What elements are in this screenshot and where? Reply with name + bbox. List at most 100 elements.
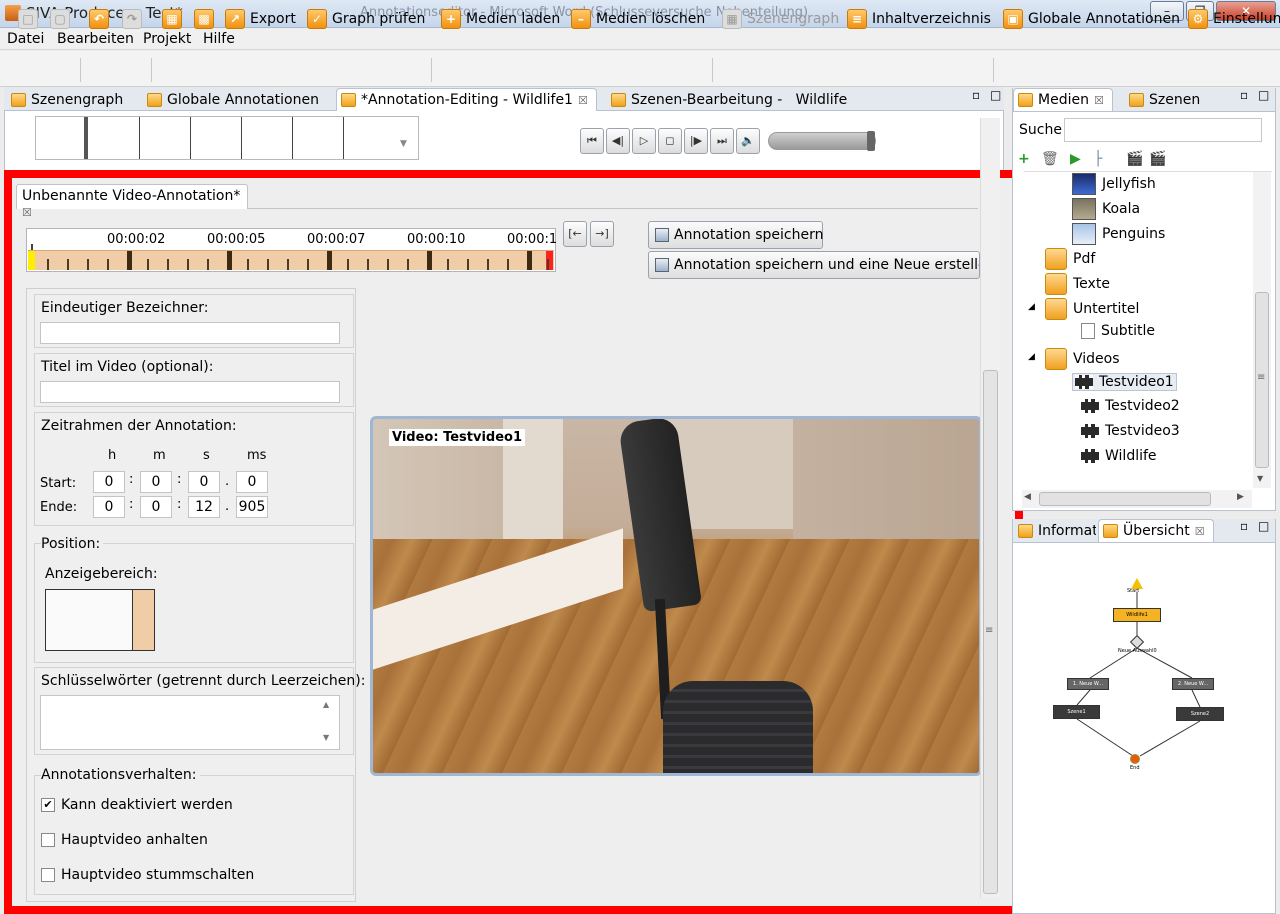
globale-annotationen-button[interactable]: ▣ Globale Annotationen bbox=[1003, 7, 1180, 31]
scroll-right-icon[interactable]: ▶ bbox=[1237, 492, 1244, 502]
volume-slider-handle[interactable] bbox=[867, 131, 875, 151]
menu-projekt[interactable]: Projekt bbox=[143, 31, 191, 47]
close-tab-icon[interactable]: ☒ bbox=[578, 94, 588, 107]
volume-icon[interactable]: 🔈 bbox=[736, 128, 760, 154]
close-tab-icon[interactable]: ☒ bbox=[1195, 525, 1205, 538]
tab-globale-annotationen[interactable]: Globale Annotationen bbox=[142, 88, 328, 111]
scroll-up-icon[interactable]: ▲ bbox=[323, 700, 329, 709]
menu-bearbeiten[interactable]: Bearbeiten bbox=[57, 31, 134, 47]
annotation-speichern-button[interactable]: Annotation speichern bbox=[648, 221, 823, 249]
scroll-left-icon[interactable]: ◀ bbox=[1024, 492, 1031, 502]
tree-folder-videos[interactable]: Videos bbox=[1045, 348, 1120, 370]
next-frame-button[interactable]: |▶ bbox=[684, 128, 708, 154]
play-icon[interactable]: ▶ bbox=[1070, 151, 1081, 167]
tree-item-testvideo1[interactable]: Testvideo1 bbox=[1072, 373, 1177, 391]
checkbox-hauptvideo-stumm[interactable] bbox=[41, 868, 55, 882]
tab-uebersicht[interactable]: Übersicht ☒ bbox=[1098, 519, 1214, 542]
set-end-button[interactable]: →] bbox=[590, 221, 614, 247]
filmstrip[interactable]: ▼ bbox=[35, 116, 419, 160]
export-button[interactable]: ↗ Export bbox=[225, 7, 296, 31]
video-preview[interactable]: Video: Testvideo1 bbox=[370, 416, 982, 776]
last-frame-button[interactable]: ⏭ bbox=[710, 128, 734, 154]
timeline-track[interactable] bbox=[28, 250, 554, 270]
scroll-down-icon[interactable]: ▼ bbox=[400, 139, 407, 149]
redo-button[interactable]: ↷ bbox=[122, 7, 142, 31]
prev-frame-button[interactable]: ◀| bbox=[606, 128, 630, 154]
keywords-textarea[interactable] bbox=[40, 695, 340, 750]
tree-item-penguins[interactable]: Penguins bbox=[1072, 223, 1165, 245]
maximize-view-icon[interactable]: □ bbox=[1258, 519, 1269, 533]
first-frame-button[interactable]: ⏮ bbox=[580, 128, 604, 154]
play-button[interactable]: ▷ bbox=[632, 128, 656, 154]
tree-vscrollbar[interactable]: ≡ ▼ bbox=[1253, 172, 1271, 488]
search-input[interactable] bbox=[1064, 118, 1262, 142]
scroll-down-icon[interactable]: ▼ bbox=[1257, 474, 1263, 483]
tree-hscrollbar[interactable]: ◀ ▶ bbox=[1022, 490, 1252, 508]
end-s-input[interactable]: 12 bbox=[188, 496, 220, 518]
title-input[interactable] bbox=[40, 381, 340, 403]
expand-arrow-icon[interactable]: ◢ bbox=[1028, 302, 1035, 312]
tree-folder-texte[interactable]: Texte bbox=[1045, 273, 1110, 295]
scene-add-icon[interactable]: 🎬 bbox=[1149, 151, 1166, 167]
tree-folder-pdf[interactable]: Pdf bbox=[1045, 248, 1095, 270]
tree-item-subtitle[interactable]: Subtitle bbox=[1081, 323, 1155, 339]
start-s-input[interactable]: 0 bbox=[188, 471, 220, 493]
editor-scrollbar[interactable]: ≡ bbox=[980, 118, 1000, 898]
close-tab-icon[interactable]: ☒ bbox=[1094, 94, 1104, 107]
end-m-input[interactable]: 0 bbox=[140, 496, 172, 518]
tree-folder-untertitel[interactable]: Untertitel bbox=[1045, 298, 1139, 320]
tree-item-jellyfish[interactable]: Jellyfish bbox=[1072, 173, 1156, 195]
stop-button[interactable]: ◻ bbox=[658, 128, 682, 154]
tab-szenen[interactable]: Szenen bbox=[1124, 88, 1209, 111]
volume-slider[interactable] bbox=[768, 131, 876, 151]
graph-scene1-node[interactable]: Szene1 bbox=[1053, 705, 1100, 719]
inhaltverzeichnis-button[interactable]: ≡ Inhaltverzeichnis bbox=[847, 7, 991, 31]
new-button[interactable]: □ bbox=[18, 7, 38, 31]
tab-medien[interactable]: Medien ☒ bbox=[1013, 88, 1113, 111]
tab-annotation-editing[interactable]: *Annotation-Editing - Wildlife1 ☒ bbox=[336, 88, 597, 111]
checkbox-deaktivierbar[interactable]: ✔ bbox=[41, 798, 55, 812]
minimize-view-icon[interactable]: ▫ bbox=[1240, 88, 1248, 102]
tree-item-testvideo2[interactable]: Testvideo2 bbox=[1081, 398, 1180, 414]
start-ms-input[interactable]: 0 bbox=[236, 471, 268, 493]
graph-branch-node[interactable]: 1. Neue W... bbox=[1067, 678, 1109, 690]
scrollbar-thumb[interactable] bbox=[1039, 492, 1211, 506]
save-button[interactable]: ▦ bbox=[162, 7, 182, 31]
tab-szenengraph[interactable]: Szenengraph bbox=[6, 88, 132, 111]
annotation-speichern-neue-button[interactable]: Annotation speichern und eine Neue erste… bbox=[648, 251, 980, 279]
id-input[interactable] bbox=[40, 322, 340, 344]
maximize-view-icon[interactable]: □ bbox=[990, 88, 1001, 102]
minimize-view-icon[interactable]: ▫ bbox=[1240, 519, 1248, 533]
tree-icon[interactable]: ├ bbox=[1094, 151, 1102, 167]
maximize-view-icon[interactable]: □ bbox=[1258, 88, 1269, 102]
scroll-down-icon[interactable]: ▼ bbox=[323, 733, 329, 742]
menu-hilfe[interactable]: Hilfe bbox=[203, 31, 235, 47]
tree-item-testvideo3[interactable]: Testvideo3 bbox=[1081, 423, 1180, 439]
end-ms-input[interactable]: 905 bbox=[236, 496, 268, 518]
end-node-icon[interactable] bbox=[1130, 754, 1140, 764]
undo-button[interactable]: ↶ bbox=[89, 7, 109, 31]
start-h-input[interactable]: 0 bbox=[93, 471, 125, 493]
save-all-button[interactable]: ▢ bbox=[50, 7, 70, 31]
close-tab-icon[interactable]: ☒ bbox=[22, 206, 32, 219]
menu-datei[interactable]: Datei bbox=[7, 31, 44, 47]
set-start-button[interactable]: [← bbox=[563, 221, 587, 247]
trash-icon[interactable]: 🗑 bbox=[1041, 151, 1059, 167]
einstellungen-button[interactable]: ⚙ Einstellung bbox=[1188, 7, 1280, 31]
tab-szenen-bearbeitung[interactable]: Szenen-Bearbeitung - Wildlife bbox=[606, 88, 856, 111]
medien-laden-button[interactable]: + Medien laden bbox=[441, 7, 560, 31]
graph-branch-node[interactable]: 2. Neue W... bbox=[1172, 678, 1214, 690]
tree-item-wildlife[interactable]: Wildlife bbox=[1081, 448, 1157, 464]
tree-item-koala[interactable]: Koala bbox=[1072, 198, 1140, 220]
scene-overview-graph[interactable]: Start Wildlife1 Neue Auswahl0 1. Neue W.… bbox=[1040, 570, 1240, 775]
tab-information[interactable]: Informat bbox=[1013, 519, 1097, 542]
display-area-selection[interactable] bbox=[132, 590, 154, 650]
graph-scene-node[interactable]: Wildlife1 bbox=[1113, 608, 1161, 622]
medien-loeschen-button[interactable]: – Medien löschen bbox=[571, 7, 705, 31]
minimize-view-icon[interactable]: ▫ bbox=[972, 88, 980, 102]
tab-unbenannte-video-annotation[interactable]: Unbenannte Video-Annotation* ☒ bbox=[16, 184, 248, 219]
szenengraph-button[interactable]: ▦ Szenengraph bbox=[722, 7, 839, 31]
save-as-button[interactable]: ▩ bbox=[194, 7, 214, 31]
graph-pruefen-button[interactable]: ✓ Graph prüfen bbox=[307, 7, 425, 31]
display-area-preview[interactable] bbox=[45, 589, 155, 651]
